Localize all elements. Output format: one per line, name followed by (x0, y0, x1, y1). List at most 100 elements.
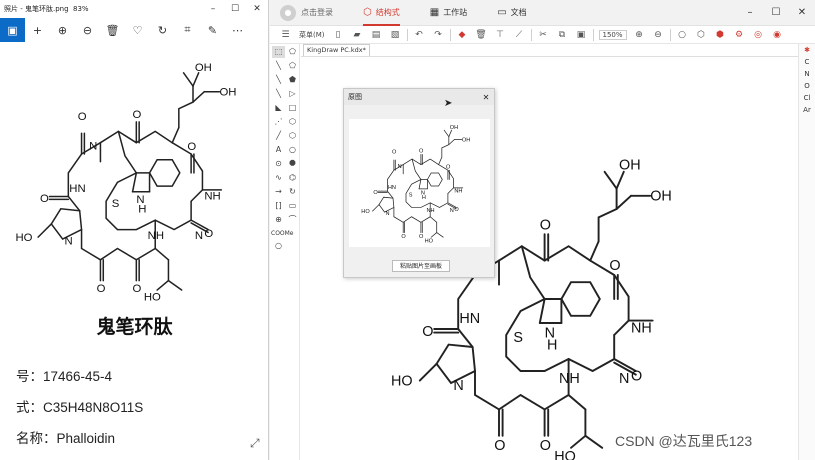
open-folder-icon[interactable]: ▰ (348, 30, 367, 40)
zoom-out-icon[interactable]: ⊖ (649, 30, 668, 40)
grid-icon: ▦ (429, 7, 440, 18)
document-tab[interactable]: KingDraw PC.kdx* (303, 44, 370, 56)
cut-icon[interactable]: ✂ (534, 30, 553, 40)
new-file-icon[interactable]: ▯ (329, 30, 348, 40)
zoom-in-icon[interactable]: ⊕ (630, 30, 649, 40)
drawing-tools: ⬚ ⬠ ╲ ⬠ ╲ ⬟ ╲ ▷ ◣ □ ⋰ ⬡ ╱ ⬡ A ○ ⊙ ⯃ ∿ ⌬ … (270, 44, 300, 460)
zoom-out-icon[interactable]: ⊖ (75, 18, 100, 42)
template-icon[interactable]: ⌒ (286, 214, 299, 226)
pentagon-alt-icon[interactable]: ⬟ (286, 74, 299, 86)
hash-bond-icon[interactable]: ⋰ (272, 116, 285, 128)
crop-icon[interactable]: ⌗ (175, 18, 200, 42)
kingdraw-titlebar: ● 点击登录 ⬡ 结构式 ▦ 工作站 ▭ 文档 – ☐ ✕ (270, 0, 815, 26)
redo-icon[interactable]: ↷ (429, 30, 448, 40)
octagon-icon[interactable]: ⯃ (286, 158, 299, 170)
add-icon[interactable]: + (25, 18, 50, 42)
pentagon-ring-icon[interactable]: ⬠ (286, 60, 299, 72)
circle-tool-icon[interactable]: ○ (286, 144, 299, 156)
copy-icon[interactable]: ⧉ (553, 30, 572, 40)
close-button[interactable]: ✕ (789, 7, 815, 18)
tab-structure[interactable]: ⬡ 结构式 (363, 0, 400, 26)
edit-icon[interactable]: ▣ (0, 18, 25, 42)
element-c[interactable]: C (799, 56, 815, 68)
undo-icon[interactable]: ↶ (410, 30, 429, 40)
hexagon-tool-icon[interactable]: ⬡ (286, 116, 299, 128)
dialog-title: 原图 (348, 93, 362, 101)
paste-icon[interactable]: ▣ (572, 30, 591, 40)
photos-toolbar: ▣ + ⊕ ⊖ 🗑 ♡ ↻ ⌗ ✎ ⋯ (0, 18, 268, 42)
element-o[interactable]: O (799, 80, 815, 92)
rotate-icon[interactable]: ↻ (150, 18, 175, 42)
ring-tool-icon[interactable]: ○ (272, 240, 285, 252)
plus-charge-icon[interactable]: ⊕ (272, 214, 285, 226)
hexagon-icon: ⬡ (363, 7, 372, 18)
watermark: CSDN @达瓦里氏123 (615, 433, 753, 449)
eraser-icon[interactable]: ◆ (453, 30, 472, 40)
plugin-icon[interactable]: ⬢ (711, 30, 730, 40)
chain-icon[interactable]: ╱ (272, 130, 285, 142)
menu-button[interactable]: 菜单(M) (295, 30, 329, 40)
photos-window: 照片 - 鬼笔环肽.png 83% – ☐ ✕ ▣ + ⊕ ⊖ 🗑 ♡ ↻ ⌗ … (0, 0, 269, 460)
menu-icon[interactable]: ☰ (276, 30, 295, 40)
target-icon[interactable]: ◎ (749, 30, 768, 40)
rectangle-icon[interactable]: ▭ (286, 200, 299, 212)
heptagon-icon[interactable]: ⬡ (286, 130, 299, 142)
wedge-bond-icon[interactable]: ◣ (272, 102, 285, 114)
minimize-button[interactable]: – (737, 7, 763, 18)
zoom-in-icon[interactable]: ⊕ (50, 18, 75, 42)
wave-bond-icon[interactable]: ∿ (272, 172, 285, 184)
delete-icon[interactable]: 🗑 (100, 18, 125, 42)
maximize-button[interactable]: ☐ (224, 4, 246, 14)
original-image-dialog: 原图 ✕ 粘贴图片至画板 (343, 88, 495, 278)
more-icon[interactable]: ⋯ (225, 18, 250, 42)
settings-icon[interactable]: ⚙ (730, 30, 749, 40)
triangle-icon[interactable]: ▷ (286, 88, 299, 100)
dialog-molecule (360, 124, 471, 245)
save-as-icon[interactable]: ▧ (386, 30, 405, 40)
single-bond-icon[interactable]: ╲ (272, 60, 285, 72)
expand-icon[interactable]: ⤢ (250, 436, 260, 451)
trash-icon[interactable]: 🗑 (472, 30, 491, 40)
benzene-icon[interactable]: ⌬ (286, 172, 299, 184)
double-bond-icon[interactable]: ╲ (272, 74, 285, 86)
pentagon-icon[interactable]: ⬠ (286, 46, 299, 58)
zoom-select[interactable]: 150% (598, 29, 627, 40)
arrow-tool-icon[interactable]: → (272, 186, 285, 198)
kingdraw-window: ● 点击登录 ⬡ 结构式 ▦ 工作站 ▭ 文档 – ☐ ✕ ☰ 菜单(M) ▯ ▰ ▤… (270, 0, 815, 460)
triple-bond-icon[interactable]: ╲ (272, 88, 285, 100)
bracket-icon[interactable]: [] (272, 200, 285, 212)
tab-workstation[interactable]: ▦ 工作站 (430, 0, 467, 26)
login-link[interactable]: 点击登录 (301, 7, 333, 18)
coome-template[interactable]: COOMe (271, 230, 294, 237)
square-icon[interactable]: □ (286, 102, 299, 114)
text-tool-icon[interactable]: A (272, 144, 285, 156)
atom-tool-icon[interactable]: ⊙ (272, 158, 285, 170)
element-n[interactable]: N (799, 68, 815, 80)
close-icon[interactable]: ✕ (478, 93, 494, 102)
minimize-button[interactable]: – (202, 4, 224, 14)
close-button[interactable]: ✕ (246, 4, 268, 14)
align-icon[interactable]: ⊤ (491, 30, 510, 40)
element-any[interactable]: ✱ (799, 44, 815, 56)
hex-ring-icon[interactable]: ⬡ (692, 30, 711, 40)
photos-title: 照片 - 鬼笔环肽.png 83% (4, 5, 89, 13)
avatar[interactable]: ● (280, 4, 296, 21)
molecule-image (14, 61, 238, 305)
paste-to-canvas-button[interactable]: 粘贴图片至画板 (392, 260, 450, 272)
bond-icon[interactable]: ⟋ (510, 30, 529, 40)
draw-icon[interactable]: ✎ (200, 18, 225, 42)
tab-document[interactable]: ▭ 文档 (497, 0, 526, 26)
arc-arrow-icon[interactable]: ↻ (286, 186, 299, 198)
ring-icon[interactable]: ○ (673, 30, 692, 40)
molecular-formula: 式：C35H48N8O11S (16, 400, 144, 415)
element-cl[interactable]: Cl (799, 92, 815, 104)
element-ar[interactable]: Ar (799, 104, 815, 116)
mouse-cursor-icon: ➤ (444, 98, 453, 109)
desktop: 照片 - 鬼笔环肽.png 83% – ☐ ✕ ▣ + ⊕ ⊖ 🗑 ♡ ↻ ⌗ … (0, 0, 815, 460)
chart-icon[interactable]: ◉ (768, 30, 787, 40)
maximize-button[interactable]: ☐ (763, 7, 789, 18)
select-icon[interactable]: ⬚ (272, 46, 285, 58)
save-icon[interactable]: ▤ (367, 30, 386, 40)
photos-zoom: 83% (72, 5, 89, 13)
heart-icon[interactable]: ♡ (125, 18, 150, 42)
